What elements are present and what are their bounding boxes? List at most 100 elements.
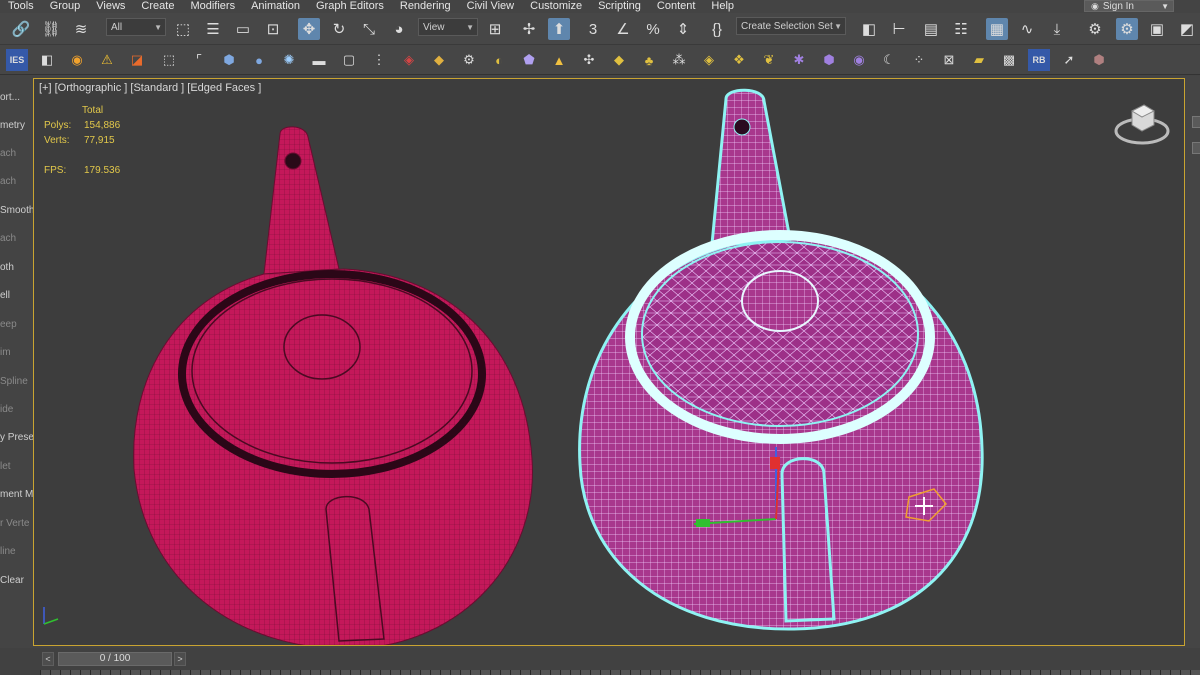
tree-icon[interactable]: ♣ xyxy=(638,49,660,71)
rendered-frame-window-icon[interactable]: ▣ xyxy=(1146,18,1168,40)
command-panel-item[interactable]: ment Mo xyxy=(0,489,33,500)
command-panel-item[interactable]: ach xyxy=(0,233,30,244)
menu-item-create[interactable]: Create xyxy=(133,0,182,12)
layer-explorer-icon[interactable]: ☷ xyxy=(950,18,972,40)
timeline-ruler[interactable] xyxy=(40,670,1200,675)
purple-sphere-icon[interactable]: ◉ xyxy=(848,49,870,71)
grid-icon[interactable]: ⋮ xyxy=(368,49,390,71)
snaps-toggle-icon[interactable]: 3 xyxy=(582,18,604,40)
bind-space-warp-icon[interactable]: ≋ xyxy=(70,18,92,40)
light-cube-icon[interactable]: ◧ xyxy=(36,49,58,71)
time-slider[interactable]: 0 / 100 xyxy=(58,652,172,666)
plane-icon[interactable]: ▬ xyxy=(308,49,330,71)
orthographic-viewport[interactable]: [+] [Orthographic ] [Standard ] [Edged F… xyxy=(33,78,1185,646)
menu-item-rendering[interactable]: Rendering xyxy=(392,0,459,12)
select-and-move-icon[interactable]: ✥ xyxy=(298,18,320,40)
checker-icon[interactable]: ▩ xyxy=(998,49,1020,71)
menu-item-civil-view[interactable]: Civil View xyxy=(459,0,522,12)
select-object-icon[interactable]: ⬚ xyxy=(172,18,194,40)
render-production-icon[interactable]: ◩ xyxy=(1176,18,1198,40)
particles-icon[interactable]: ✺ xyxy=(278,49,300,71)
eye-icon[interactable]: ◐ xyxy=(488,49,510,71)
menu-item-customize[interactable]: Customize xyxy=(522,0,590,12)
toggle-ribbon-icon[interactable]: ▦ xyxy=(986,18,1008,40)
menu-item-animation[interactable]: Animation xyxy=(243,0,308,12)
panel-tab-top[interactable] xyxy=(1192,116,1200,128)
angle-snap-icon[interactable]: ∠ xyxy=(612,18,634,40)
reference-coordinate-dropdown[interactable]: View ▼ xyxy=(418,18,478,36)
purple-cube-icon[interactable]: ⬢ xyxy=(818,49,840,71)
cube-pink-icon[interactable]: ⬢ xyxy=(1088,49,1110,71)
diamond-icon[interactable]: ◆ xyxy=(608,49,630,71)
material-editor-icon[interactable]: ⚙ xyxy=(1084,18,1106,40)
gizmo-y-arrow[interactable] xyxy=(696,519,710,527)
sign-in-dropdown[interactable]: ◉ Sign In ▼ xyxy=(1084,0,1174,12)
use-pivot-point-center-icon[interactable]: ⊞ xyxy=(484,18,506,40)
render-icon[interactable]: ◈ xyxy=(398,49,420,71)
render-setup-icon[interactable]: ⚙ xyxy=(1116,18,1138,40)
scene-explorer-icon[interactable]: ▤ xyxy=(920,18,942,40)
command-panel-item[interactable]: metry xyxy=(0,120,30,131)
cone-icon[interactable]: ▲ xyxy=(548,49,570,71)
menu-item-help[interactable]: Help xyxy=(703,0,742,12)
command-panel-item[interactable]: let xyxy=(0,461,30,472)
corner-box-icon[interactable]: ⌜ xyxy=(188,49,210,71)
select-and-link-icon[interactable]: 🔗 xyxy=(10,18,32,40)
rectangular-selection-icon[interactable]: ▭ xyxy=(232,18,254,40)
align-icon[interactable]: ⊢ xyxy=(888,18,910,40)
next-frame-button[interactable]: > xyxy=(174,652,186,666)
select-by-name-icon[interactable]: ☰ xyxy=(202,18,224,40)
box-outline-icon[interactable]: ▢ xyxy=(338,49,360,71)
window-crossing-icon[interactable]: ⊡ xyxy=(262,18,284,40)
keyboard-shortcut-override-icon[interactable]: ⬆ xyxy=(548,18,570,40)
sun-icon[interactable]: ◉ xyxy=(66,49,88,71)
command-panel-item[interactable]: oth xyxy=(0,262,30,273)
command-panel-item[interactable]: ide xyxy=(0,404,30,415)
viewcube-icon[interactable] xyxy=(1112,97,1172,151)
spinner-snap-icon[interactable]: ⇕ xyxy=(672,18,694,40)
command-panel-item[interactable]: line xyxy=(0,546,30,557)
command-panel-item[interactable]: Clear xyxy=(0,575,30,586)
command-panel-item[interactable]: ort... xyxy=(0,92,30,103)
material-icon[interactable]: ◆ xyxy=(428,49,450,71)
railclone-icon[interactable]: RB xyxy=(1028,49,1050,71)
bug-icon[interactable]: ✱ xyxy=(788,49,810,71)
panel-tab-mid[interactable] xyxy=(1192,142,1200,154)
scatter-icon[interactable]: ⁘ xyxy=(908,49,930,71)
select-and-manipulate-icon[interactable]: ✢ xyxy=(518,18,540,40)
command-panel-item[interactable]: eep xyxy=(0,319,30,330)
teapot-magenta[interactable] xyxy=(133,126,533,645)
shield-icon[interactable]: ⬟ xyxy=(518,49,540,71)
teapot-selected[interactable] xyxy=(578,88,984,631)
percent-snap-icon[interactable]: % xyxy=(642,18,664,40)
edit-named-selection-icon[interactable]: {} xyxy=(706,18,728,40)
gear-small-icon[interactable]: ⚙ xyxy=(458,49,480,71)
command-panel-item[interactable]: ach xyxy=(0,176,30,187)
command-panel-item[interactable]: ach xyxy=(0,148,30,159)
selection-filter-dropdown[interactable]: All ▼ xyxy=(106,18,166,36)
menu-item-scripting[interactable]: Scripting xyxy=(590,0,649,12)
dashed-box-icon[interactable]: ⬚ xyxy=(158,49,180,71)
move-small-icon[interactable]: ✣ xyxy=(578,49,600,71)
gizmo-x-arrow[interactable] xyxy=(770,457,780,469)
mirror-icon[interactable]: ◧ xyxy=(858,18,880,40)
menu-item-tools[interactable]: Tools xyxy=(0,0,42,12)
mesh-icon[interactable]: ⊠ xyxy=(938,49,960,71)
select-and-rotate-icon[interactable]: ↻ xyxy=(328,18,350,40)
leaf-icon[interactable]: ❦ xyxy=(758,49,780,71)
arrow-tool-icon[interactable]: ➚ xyxy=(1058,49,1080,71)
hair-icon[interactable]: ⁂ xyxy=(668,49,690,71)
command-panel-item[interactable]: Spline xyxy=(0,376,30,387)
menu-item-views[interactable]: Views xyxy=(88,0,133,12)
named-selection-set-dropdown[interactable]: Create Selection Set ▼ xyxy=(736,17,846,35)
curve-editor-icon[interactable]: ∿ xyxy=(1016,18,1038,40)
menu-item-graph-editors[interactable]: Graph Editors xyxy=(308,0,392,12)
command-panel-item[interactable]: Smooth xyxy=(0,205,33,216)
sphere-icon[interactable]: ● xyxy=(248,49,270,71)
command-panel-item[interactable]: r Verte xyxy=(0,518,30,529)
crescent-icon[interactable]: ☾ xyxy=(878,49,900,71)
ies-light-icon[interactable]: IES xyxy=(6,49,28,71)
cube-icon[interactable]: ⬢ xyxy=(218,49,240,71)
unlink-selection-icon[interactable]: ⛓ xyxy=(40,18,62,40)
fur-icon[interactable]: ❖ xyxy=(728,49,750,71)
